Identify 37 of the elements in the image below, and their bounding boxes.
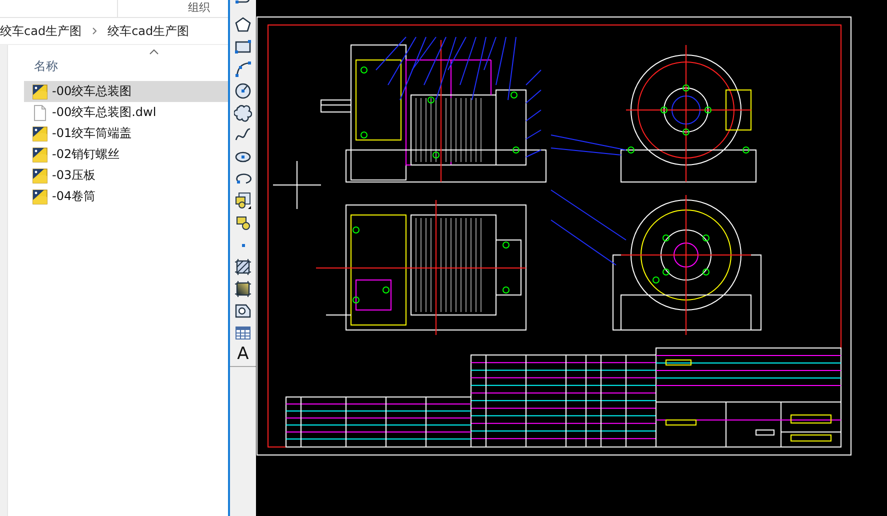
table-icon[interactable] xyxy=(234,324,252,342)
drawing-file-icon xyxy=(32,188,48,206)
sort-caret-icon[interactable] xyxy=(149,49,159,55)
file-name: -02销钉螺丝 xyxy=(52,146,120,163)
file-row[interactable]: -00绞车总装图.dwl xyxy=(24,102,228,123)
circle-icon[interactable] xyxy=(234,82,252,100)
region-icon[interactable] xyxy=(234,302,252,320)
insert-block-icon[interactable] xyxy=(234,192,252,210)
file-name: -00绞车总装图 xyxy=(52,83,132,100)
organize-menu[interactable]: 组织 xyxy=(188,1,210,15)
file-row[interactable]: -02销钉螺丝 xyxy=(24,144,228,165)
chevron-icon[interactable] xyxy=(92,27,98,35)
drawing-file-icon xyxy=(32,146,48,164)
file-row[interactable]: -00绞车总装图 xyxy=(24,81,228,102)
file-row[interactable]: -01绞车筒端盖 xyxy=(24,123,228,144)
arc-icon[interactable] xyxy=(234,60,252,78)
document-icon xyxy=(32,104,48,122)
drawing-file-icon xyxy=(32,166,48,184)
file-row[interactable]: -04卷筒 xyxy=(24,186,228,207)
breadcrumb-item[interactable]: 绞车cad生产图 xyxy=(0,22,82,40)
column-header[interactable]: 名称 xyxy=(34,58,58,75)
file-name: -00绞车总装图.dwl xyxy=(52,104,156,121)
breadcrumb-item[interactable]: 绞车cad生产图 xyxy=(108,22,190,40)
drawing-file-icon xyxy=(32,124,48,142)
polygon-icon[interactable] xyxy=(234,16,252,34)
file-name: -04卷筒 xyxy=(52,188,96,205)
gradient-icon[interactable] xyxy=(234,280,252,298)
file-row[interactable]: -03压板 xyxy=(24,165,228,186)
drawing-file-icon xyxy=(32,82,48,100)
file-name: -03压板 xyxy=(52,167,96,184)
text-tool-button[interactable]: A xyxy=(237,345,249,363)
file-name: -01绞车筒端盖 xyxy=(52,125,132,142)
crosshair-cursor-icon xyxy=(272,160,322,210)
make-block-icon[interactable] xyxy=(234,214,252,232)
hatch-icon[interactable] xyxy=(234,258,252,276)
rectangle-icon[interactable] xyxy=(234,38,252,56)
cloud-icon[interactable] xyxy=(234,104,252,122)
